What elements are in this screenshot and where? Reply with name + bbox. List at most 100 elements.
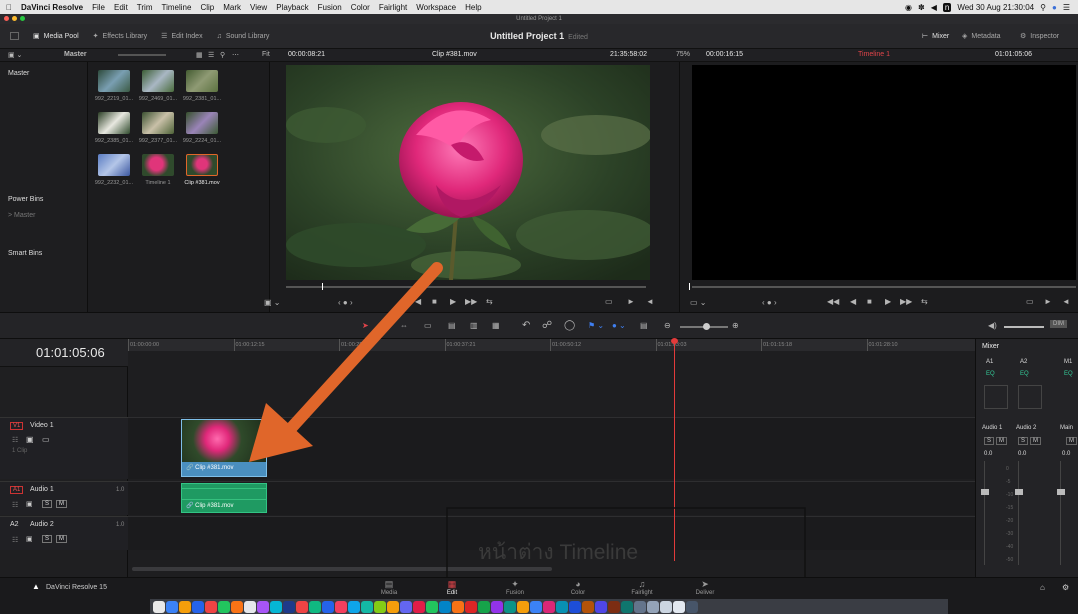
dock-app-icon[interactable] [283, 600, 295, 613]
lock-icon[interactable]: ☷ [12, 536, 18, 544]
pan-control[interactable] [1018, 385, 1042, 409]
master-volume-slider[interactable] [1004, 326, 1044, 328]
media-clip-thumb[interactable]: 992_2219_01... [94, 70, 134, 102]
dock-app-icon[interactable] [270, 600, 282, 613]
fader-a1[interactable] [981, 461, 1006, 565]
track-visibility-icon[interactable]: ▭ [42, 435, 50, 444]
timeline-match-frame-icon[interactable]: ▭ [1026, 297, 1034, 306]
menu-playback[interactable]: Playback [276, 3, 308, 12]
source-jog-control[interactable]: ‹ ● › [338, 298, 353, 307]
mute-button[interactable]: M [56, 500, 67, 508]
dock-app-icon[interactable] [309, 600, 321, 613]
trim-tool-icon[interactable]: ⇔ [400, 321, 408, 330]
source-mark-out-icon[interactable]: ◄ [646, 297, 654, 306]
source-mark-in-icon[interactable]: ► [627, 297, 635, 306]
eq-button[interactable]: EQ [1020, 371, 1029, 377]
menu-clip[interactable]: Clip [200, 3, 214, 12]
position-lock-icon[interactable]: ◯ [564, 320, 575, 331]
minimize-window-button[interactable] [12, 16, 17, 21]
dock-app-icon[interactable] [569, 600, 581, 613]
timeline-mark-out-icon[interactable]: ◄ [1062, 297, 1070, 306]
zoom-window-button[interactable] [20, 16, 25, 21]
media-clip-thumb[interactable]: 992_2377_01... [138, 112, 178, 144]
dock-app-icon[interactable] [491, 600, 503, 613]
page-fusion-tab[interactable]: ✦ Fusion [490, 580, 540, 597]
solo-button[interactable]: S [1018, 437, 1029, 445]
dock-app-icon[interactable] [400, 600, 412, 613]
dock-app-icon[interactable] [595, 600, 607, 613]
timeline-viewer-scrubber[interactable] [692, 286, 1076, 288]
dock-app-icon[interactable] [322, 600, 334, 613]
dock-app-icon[interactable] [244, 600, 256, 613]
auto-select-icon[interactable]: ▣ [26, 500, 33, 508]
go-to-end-icon[interactable]: ▶▶ [900, 297, 912, 306]
selection-tool-icon[interactable]: ➤ [362, 321, 369, 330]
timeline-ruler[interactable]: 01:00:00:00 01:00:12:15 01:00:25:00 01:00:3… [128, 339, 975, 351]
dock-app-icon[interactable] [257, 600, 269, 613]
menu-file[interactable]: File [92, 3, 105, 12]
overwrite-clip-icon[interactable]: ▥ [470, 321, 478, 330]
grid-view-icon[interactable]: ▦ [196, 51, 203, 59]
media-clip-thumb[interactable]: 992_2469_01... [138, 70, 178, 102]
dock-app-icon[interactable] [166, 600, 178, 613]
dock-app-icon[interactable] [517, 600, 529, 613]
menu-edit[interactable]: Edit [114, 3, 128, 12]
media-clip-thumb[interactable]: 992_2232_01... [94, 154, 134, 186]
insert-clip-icon[interactable]: ▤ [448, 321, 456, 330]
media-pool-button[interactable]: ▣ Media Pool [33, 32, 79, 41]
fader-handle[interactable] [1057, 489, 1065, 495]
audio-track-header-a1[interactable]: A1 Audio 1 1.0 ☷ ▣ S M [0, 481, 128, 515]
track-name-a2[interactable]: Audio 2 [30, 521, 54, 528]
stop-icon[interactable]: ■ [867, 297, 872, 306]
media-clip-thumb-selected[interactable]: Clip #381.mov [182, 154, 222, 186]
settings-gear-icon[interactable]: ⚙ [1062, 583, 1069, 592]
dock-app-icon[interactable] [634, 600, 646, 613]
timeline-jog-control[interactable]: ‹ ● › [762, 298, 777, 307]
fit-dropdown[interactable]: Fit [262, 51, 270, 58]
dock-app-icon[interactable] [153, 600, 165, 613]
menu-fairlight[interactable]: Fairlight [379, 3, 407, 12]
speaker-icon[interactable]: ◀) [988, 321, 997, 330]
auto-select-icon[interactable]: ▣ [26, 535, 33, 543]
search-icon[interactable]: ⚲ [220, 51, 225, 59]
page-media-tab[interactable]: ▤ Media [364, 580, 414, 597]
track-tag-v1[interactable]: V1 [10, 422, 24, 430]
input-source-icon[interactable]: n [942, 2, 952, 12]
source-frame[interactable] [286, 65, 650, 280]
video-clip[interactable]: 🔗 Clip #381.mov [181, 419, 267, 477]
clock[interactable]: Wed 30 Aug 21:30:04 [957, 3, 1034, 12]
menu-help[interactable]: Help [465, 3, 481, 12]
dock-app-icon[interactable] [296, 600, 308, 613]
timeline-viewer-options-icon[interactable]: ▭ ⌄ [690, 298, 706, 307]
page-edit-tab[interactable]: ▦ Edit [427, 580, 477, 597]
volume-icon[interactable]: ◀ [931, 3, 937, 12]
dock-app-icon[interactable] [348, 600, 360, 613]
dock-app-icon[interactable] [478, 600, 490, 613]
solo-button[interactable]: S [984, 437, 995, 445]
fader-handle[interactable] [1015, 489, 1023, 495]
timeline-mark-in-icon[interactable]: ► [1044, 297, 1052, 306]
audio-clip[interactable]: 🔗 Clip #381.mov [181, 483, 267, 513]
sound-library-button[interactable]: ♫ Sound Library [217, 33, 270, 40]
media-clip-thumb[interactable]: 992_2224_01... [182, 112, 222, 144]
page-color-tab[interactable]: ◕ Color [553, 580, 603, 597]
menu-fusion[interactable]: Fusion [318, 3, 342, 12]
dock-app-icon[interactable] [452, 600, 464, 613]
menu-color[interactable]: Color [351, 3, 370, 12]
spotlight-icon[interactable]: ⚲ [1040, 3, 1046, 12]
auto-select-icon[interactable]: ▣ [26, 435, 34, 444]
dock-app-icon[interactable] [426, 600, 438, 613]
source-stop-icon[interactable]: ■ [432, 297, 437, 306]
source-prev-frame-icon[interactable]: ◀ [415, 297, 421, 306]
marker-dropdown-icon[interactable]: ● ⌄ [612, 321, 626, 330]
source-viewer-options-icon[interactable]: ▣ ⌄ [264, 298, 280, 307]
play-reverse-icon[interactable]: ◀ [850, 297, 856, 306]
timeline-dropdown[interactable]: Timeline 1 [858, 51, 890, 58]
dock-app-icon[interactable] [556, 600, 568, 613]
dock-app-icon[interactable] [231, 600, 243, 613]
media-clip-thumb[interactable]: 992_2381_01... [182, 70, 222, 102]
solo-button[interactable]: S [42, 500, 53, 508]
blade-tool-icon[interactable]: ▭ [424, 321, 432, 330]
metadata-button[interactable]: ◈ Metadata [962, 32, 1001, 41]
linked-selection-icon[interactable]: ☍ [542, 320, 552, 331]
